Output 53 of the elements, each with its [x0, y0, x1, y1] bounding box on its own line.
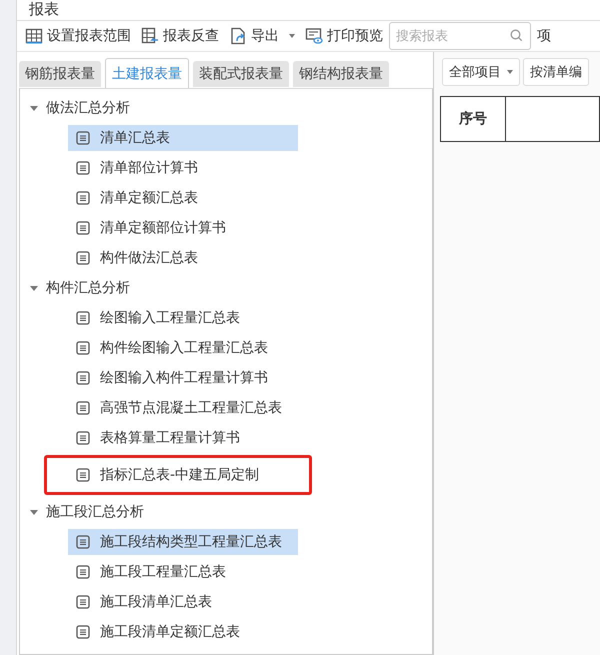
tree-item[interactable]: 清单定额汇总表 [68, 185, 298, 211]
tree-item[interactable]: 清单部位计算书 [68, 155, 298, 181]
document-icon [76, 251, 90, 265]
tab[interactable]: 钢筋报表量 [19, 61, 101, 87]
tab[interactable]: 钢结构报表量 [293, 61, 389, 87]
document-icon [76, 565, 90, 579]
tree-item[interactable]: 构件做法汇总表 [68, 245, 298, 271]
document-icon [76, 535, 90, 549]
search-icon [510, 29, 523, 42]
document-icon [76, 311, 90, 325]
toolbar-button[interactable]: 打印预览 [301, 22, 387, 50]
document-icon [76, 221, 90, 235]
column-header: 序号 [440, 96, 506, 142]
document-icon [76, 625, 90, 639]
tree-item[interactable]: 施工段清单汇总表 [68, 589, 298, 615]
tree-item[interactable]: 施工段工程量汇总表 [68, 559, 298, 585]
tree-item[interactable]: 清单汇总表 [68, 125, 298, 151]
tree-item[interactable]: 绘图输入工程量汇总表 [68, 305, 298, 331]
table-arrow-icon [141, 27, 159, 45]
sort-dropdown[interactable]: 按清单编 [523, 58, 589, 86]
tree-item[interactable]: 指标汇总表-中建五局定制 [68, 462, 298, 488]
print-preview-icon [305, 27, 323, 45]
tree-item[interactable]: 施工段清单定额汇总表 [68, 619, 298, 645]
document-icon [76, 161, 90, 175]
tree-item[interactable]: 绘图输入构件工程量计算书 [68, 365, 298, 391]
toolbar-button[interactable]: 报表反查 [137, 22, 223, 50]
tree-item[interactable]: 施工段结构类型工程量汇总表 [68, 529, 298, 555]
tab[interactable]: 土建报表量 [105, 58, 189, 88]
document-icon [76, 468, 90, 482]
document-icon [76, 131, 90, 145]
tree-item[interactable]: 高强节点混凝土工程量汇总表 [68, 395, 298, 421]
search-field[interactable]: 搜索报表 [389, 22, 531, 50]
tab[interactable]: 装配式报表量 [193, 61, 289, 87]
document-icon [76, 371, 90, 385]
window-title: 报表 [17, 0, 600, 21]
tree-group[interactable]: 做法汇总分析 [20, 93, 130, 123]
tree-item[interactable]: 表格算量工程量计算书 [68, 425, 298, 451]
grid-icon [25, 27, 43, 45]
document-icon [76, 401, 90, 415]
tree-item[interactable]: 清单定额部位计算书 [68, 215, 298, 241]
document-icon [76, 191, 90, 205]
document-icon [76, 595, 90, 609]
export-icon [229, 27, 247, 45]
document-icon [76, 341, 90, 355]
toolbar-label: 项 [536, 27, 551, 45]
caret-icon [507, 70, 513, 74]
tree-group[interactable]: 施工段汇总分析 [20, 497, 144, 527]
toolbar-button[interactable]: 设置报表范围 [21, 22, 135, 50]
document-icon [76, 431, 90, 445]
filter-dropdown[interactable]: 全部项目 [442, 58, 520, 86]
tree-group[interactable]: 构件汇总分析 [20, 273, 130, 303]
toolbar-button[interactable]: 导出 [225, 22, 299, 50]
tree-item[interactable]: 构件绘图输入工程量汇总表 [68, 335, 298, 361]
